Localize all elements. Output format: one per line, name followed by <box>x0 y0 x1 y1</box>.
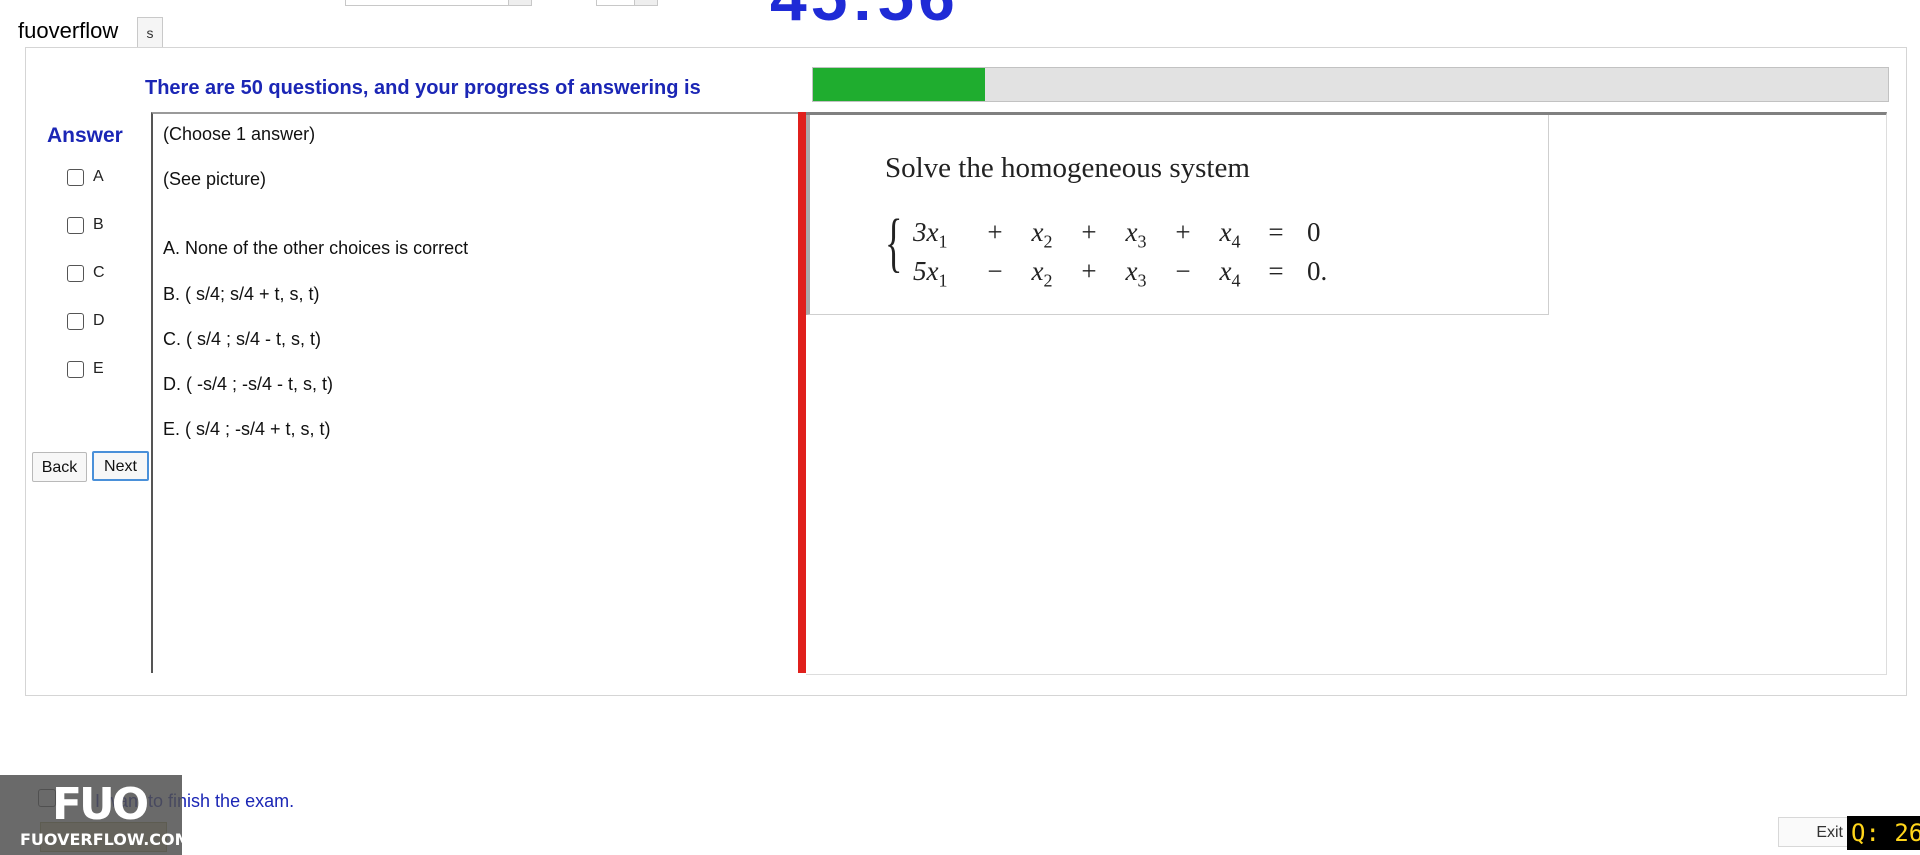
choice-e-text: E. ( s/4 ; -s/4 + t, s, t) <box>163 419 331 439</box>
question-instruction: (Choose 1 answer) <box>163 124 316 144</box>
tab-partial[interactable]: s <box>137 17 163 48</box>
exit-button[interactable]: Exit <box>1778 817 1848 847</box>
checkbox-e[interactable] <box>67 360 84 378</box>
logo-text: FUOVERFLOW.COM <box>20 830 191 849</box>
logo-mark: FUO <box>52 779 149 830</box>
dropdown-arrow-icon <box>508 0 531 5</box>
system-brace: { <box>885 206 903 279</box>
option-e[interactable]: E <box>67 358 104 380</box>
top-combo-1[interactable] <box>345 0 532 6</box>
checkbox-c[interactable] <box>67 264 84 282</box>
checkbox-d[interactable] <box>67 312 84 330</box>
choice-a-text: A. None of the other choices is correct <box>163 238 469 258</box>
equation-row-1: 3x1 + x2 + x3 + x4 = 0 <box>913 217 1321 252</box>
equation-row-2: 5x1 − x2 + x3 − x4 = 0. <box>913 256 1328 291</box>
back-button[interactable]: Back <box>32 452 87 482</box>
progress-bar-fill <box>813 68 985 101</box>
math-title: Solve the homogeneous system <box>885 152 1250 184</box>
progress-label: There are 50 questions, and your progres… <box>145 77 701 99</box>
top-combo-2[interactable] <box>596 0 658 6</box>
option-a-label: A <box>93 168 104 185</box>
brand-label: fuoverflow <box>18 18 119 43</box>
option-c[interactable]: C <box>67 262 105 284</box>
option-b[interactable]: B <box>67 214 104 236</box>
option-a[interactable]: A <box>67 166 104 188</box>
choice-c-text: C. ( s/4 ; s/4 - t, s, t) <box>163 329 322 349</box>
question-see-picture: (See picture) <box>163 169 267 189</box>
option-b-label: B <box>93 216 104 233</box>
checkbox-b[interactable] <box>67 216 84 234</box>
countdown-timer: 45:56 <box>770 0 959 30</box>
option-d-label: D <box>93 312 105 329</box>
dropdown-arrow-icon <box>634 0 657 5</box>
choice-d-text: D. ( -s/4 ; -s/4 - t, s, t) <box>163 374 334 394</box>
next-button[interactable]: Next <box>92 451 149 481</box>
question-counter: Q: 26 <box>1847 816 1920 850</box>
answer-title: Answer <box>47 124 123 147</box>
option-c-label: C <box>93 264 105 281</box>
option-e-label: E <box>93 360 104 377</box>
choice-b-text: B. ( s/4; s/4 + t, s, t) <box>163 284 320 304</box>
progress-bar <box>812 67 1889 102</box>
checkbox-a[interactable] <box>67 168 84 186</box>
splitter[interactable] <box>798 112 806 673</box>
option-d[interactable]: D <box>67 310 105 332</box>
watermark-logo: FUO FUOVERFLOW.COM <box>0 775 191 855</box>
